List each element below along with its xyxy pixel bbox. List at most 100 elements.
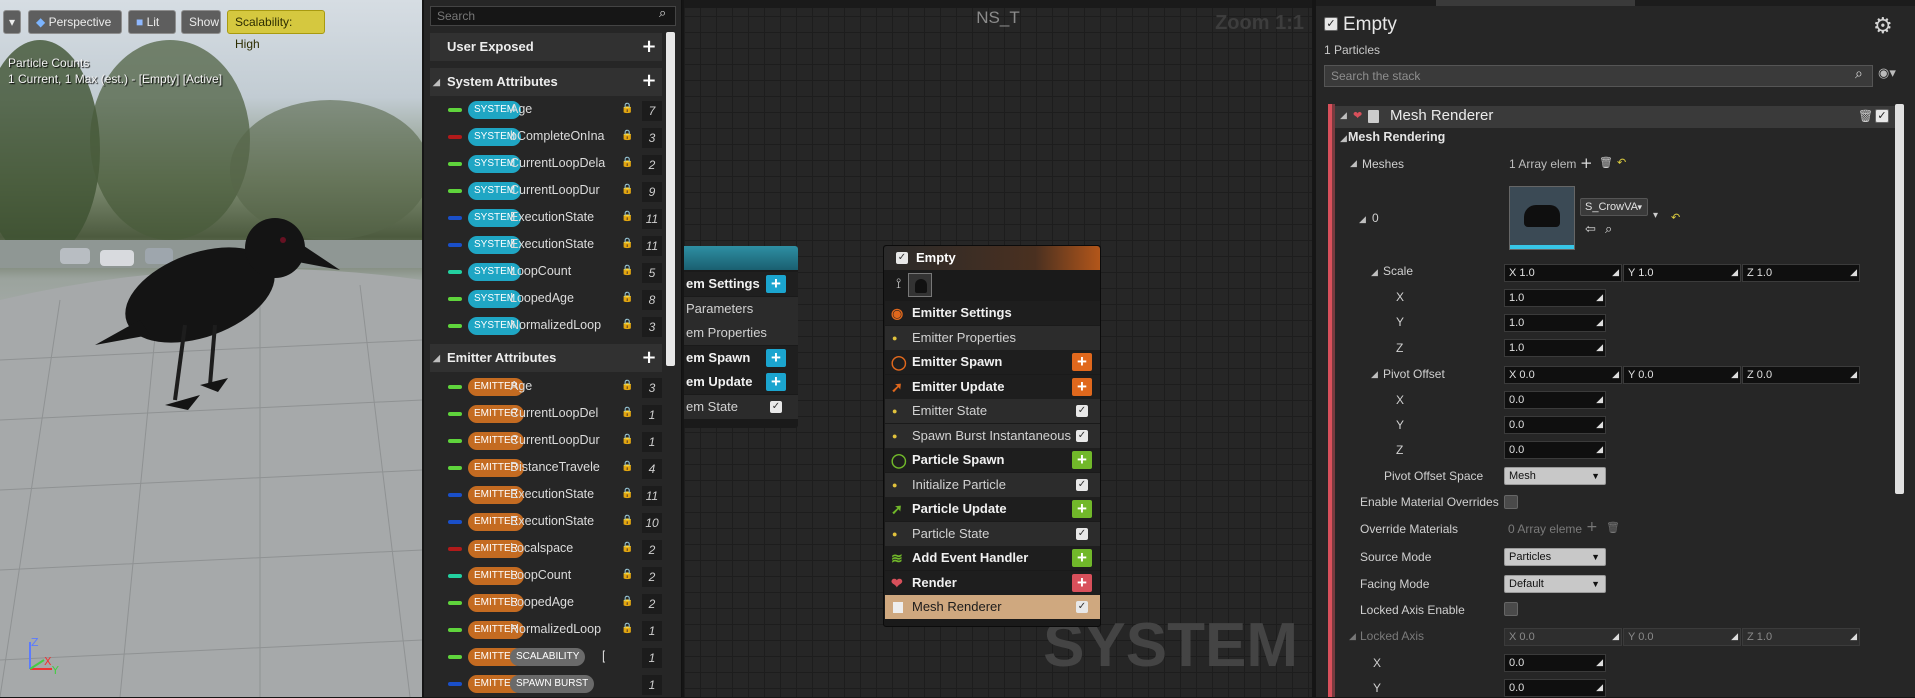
pivot-x-field[interactable]: X 0.0 ◢: [1504, 366, 1622, 384]
emitter-node-row[interactable]: ➚ Emitter Update +: [885, 374, 1100, 399]
chevron-down-icon[interactable]: ▾: [1653, 210, 1658, 221]
parameter-row[interactable]: EMITTER Age 🔒 3: [424, 374, 666, 401]
system-node-row[interactable]: em Update +: [684, 370, 798, 395]
details-tab[interactable]: [1436, 0, 1635, 6]
module-enabled-checkbox[interactable]: ✓: [1076, 429, 1088, 442]
show-button[interactable]: Show: [181, 10, 221, 34]
gear-icon[interactable]: ⚙: [1873, 14, 1893, 39]
parameter-row[interactable]: SYSTEM CurrentLoopDur 🔒 9: [424, 178, 666, 205]
mesh-asset-dropdown[interactable]: S_CrowVA ▾: [1580, 198, 1648, 216]
parameter-row[interactable]: SYSTEM NormalizedLoop 🔒 3: [424, 313, 666, 340]
lit-button[interactable]: ■ Lit: [128, 10, 176, 34]
viewport-options-dropdown[interactable]: ▾: [3, 10, 21, 34]
add-emitter-attribute-button[interactable]: +: [641, 349, 657, 367]
parameter-row[interactable]: SYSTEM CurrentLoopDela 🔒 2: [424, 151, 666, 178]
module-enabled-checkbox[interactable]: ✓: [1076, 478, 1088, 491]
system-node-row[interactable]: Parameters: [684, 296, 798, 321]
scale-z-input[interactable]: 1.0 ◢: [1504, 339, 1606, 357]
emitter-node-row[interactable]: ● Initialize Particle ✓: [885, 472, 1100, 497]
trash-icon[interactable]: 🗑: [1599, 156, 1613, 169]
parameter-row[interactable]: EMITTER ExecutionState 🔒 11: [424, 482, 666, 509]
parameter-row[interactable]: EMITTER CurrentLoopDur 🔒 1: [424, 428, 666, 455]
emitter-node-row[interactable]: ◯ Particle Spawn +: [885, 448, 1100, 472]
parameter-row[interactable]: EMITTER NormalizedLoop 🔒 1: [424, 617, 666, 644]
scale-z-field[interactable]: Z 1.0 ◢: [1742, 264, 1860, 282]
add-array-element-icon[interactable]: +: [1580, 154, 1593, 172]
emitter-enabled-checkbox[interactable]: ✓: [896, 252, 908, 264]
add-user-exposed-button[interactable]: +: [641, 38, 657, 56]
user-exposed-header[interactable]: User Exposed: [430, 33, 662, 61]
add-module-button[interactable]: +: [766, 275, 786, 293]
module-enabled-checkbox[interactable]: ✓: [1076, 601, 1088, 613]
system-node-row[interactable]: em Spawn +: [684, 345, 798, 370]
locked-axis-y-input[interactable]: 0.0 ◢: [1504, 679, 1606, 697]
use-selected-arrow-icon[interactable]: ⇦: [1585, 222, 1596, 237]
perspective-button[interactable]: ◆ Perspective: [28, 10, 122, 34]
emitter-node-header[interactable]: ✓ Empty: [884, 246, 1100, 270]
parameter-row[interactable]: SYSTEM ExecutionState 🔒 11: [424, 232, 666, 259]
system-attributes-header[interactable]: ◢ System Attributes: [430, 68, 662, 96]
pivot-z-field[interactable]: Z 0.0 ◢: [1742, 366, 1860, 384]
parameter-row[interactable]: SYSTEM LoopedAge 🔒 8: [424, 286, 666, 313]
system-node-row[interactable]: em State ✓: [684, 395, 798, 419]
scale-y-input[interactable]: 1.0 ◢: [1504, 314, 1606, 332]
pin-icon[interactable]: ⟟: [896, 276, 901, 292]
scale-x-field[interactable]: X 1.0 ◢: [1504, 264, 1622, 282]
preview-viewport[interactable]: ▾ ◆ Perspective ■ Lit Show Scalability: …: [0, 0, 422, 697]
parameter-row[interactable]: EMITTER SCALABILITY[1: [424, 644, 666, 671]
parameter-row[interactable]: EMITTER Localspace 🔒 2: [424, 536, 666, 563]
emitter-attributes-header[interactable]: ◢ Emitter Attributes: [430, 344, 662, 372]
scale-y-field[interactable]: Y 1.0 ◢: [1623, 264, 1741, 282]
emitter-node-row[interactable]: ● Emitter Properties: [885, 325, 1100, 350]
parameter-row[interactable]: EMITTER CurrentLoopDel 🔒 1: [424, 401, 666, 428]
parameters-search-input[interactable]: Search: [430, 6, 676, 26]
add-module-button[interactable]: +: [1072, 377, 1092, 396]
source-mode-dropdown[interactable]: Particles ▼: [1504, 548, 1606, 566]
module-enabled-checkbox[interactable]: ✓: [1076, 405, 1088, 417]
emitter-node-row[interactable]: ● Spawn Burst Instantaneous ✓: [885, 423, 1100, 448]
browse-search-icon[interactable]: ⌕: [1605, 222, 1612, 237]
locked-axis-x-input[interactable]: 0.0 ◢: [1504, 654, 1606, 672]
reset-to-default-icon[interactable]: ↶: [1671, 211, 1680, 224]
parameter-row[interactable]: EMITTER ExecutionState 🔒 10: [424, 509, 666, 536]
parameter-row[interactable]: EMITTER LoopCount 🔒 2: [424, 563, 666, 590]
parameter-row[interactable]: SYSTEM bCompleteOnIna 🔒 3: [424, 124, 666, 151]
parameter-row[interactable]: EMITTER SPAWN BURST 1: [424, 671, 666, 698]
emitter-node[interactable]: ✓ Empty ⟟ ◉ Emitter Settings ● Emitter Prop…: [883, 245, 1101, 627]
parameter-row[interactable]: SYSTEM Age 🔒 7: [424, 97, 666, 124]
locked-axis-enable-checkbox[interactable]: [1504, 602, 1518, 616]
mesh-thumbnail[interactable]: [1509, 186, 1575, 250]
facing-mode-dropdown[interactable]: Default ▼: [1504, 575, 1606, 593]
add-module-button[interactable]: +: [1072, 549, 1092, 567]
parameter-row[interactable]: SYSTEM ExecutionState 🔒 11: [424, 205, 666, 232]
parameter-row[interactable]: EMITTER DistanceTravele 🔒 4: [424, 455, 666, 482]
trash-icon[interactable]: 🗑: [1858, 109, 1873, 123]
emitter-node-row[interactable]: ➚ Particle Update +: [885, 497, 1100, 521]
add-module-button[interactable]: +: [1072, 451, 1092, 469]
pivot-offset-space-dropdown[interactable]: Mesh ▼: [1504, 467, 1606, 485]
add-module-button[interactable]: +: [766, 348, 786, 367]
parameters-scrollbar[interactable]: [666, 32, 675, 366]
add-module-button[interactable]: +: [766, 373, 786, 392]
emitter-node-row[interactable]: ≋ Add Event Handler +: [885, 546, 1100, 570]
stack-search-input[interactable]: Search the stack: [1324, 65, 1873, 87]
system-node[interactable]: em Settings + Parameters em Properties em Sp…: [684, 246, 798, 428]
pivot-y-input[interactable]: 0.0 ◢: [1504, 416, 1606, 434]
module-enabled-checkbox[interactable]: ✓: [1875, 109, 1889, 123]
parameter-row[interactable]: SYSTEM LoopCount 🔒 5: [424, 259, 666, 286]
add-module-button[interactable]: +: [1072, 500, 1092, 518]
node-graph[interactable]: NS_T Zoom 1:1 SYSTEM em Settings + Paramet…: [684, 0, 1312, 697]
emitter-node-row[interactable]: ● Emitter State ✓: [885, 399, 1100, 423]
pivot-y-field[interactable]: Y 0.0 ◢: [1623, 366, 1741, 384]
scalability-button[interactable]: Scalability: High: [227, 10, 325, 51]
pivot-z-input[interactable]: 0.0 ◢: [1504, 441, 1606, 459]
visibility-eye-icon[interactable]: ◉▾: [1878, 66, 1896, 81]
parameter-row[interactable]: EMITTER LoopedAge 🔒 2: [424, 590, 666, 617]
emitter-node-row[interactable]: ◯ Emitter Spawn +: [885, 350, 1100, 374]
emitter-node-row[interactable]: ● Particle State ✓: [885, 521, 1100, 546]
add-system-attribute-button[interactable]: +: [641, 72, 657, 90]
add-module-button[interactable]: +: [1072, 353, 1092, 371]
emitter-node-row[interactable]: ◉ Emitter Settings: [885, 301, 1100, 325]
emitter-node-row[interactable]: Mesh Renderer ✓: [885, 595, 1100, 619]
add-module-button[interactable]: +: [1072, 573, 1092, 592]
